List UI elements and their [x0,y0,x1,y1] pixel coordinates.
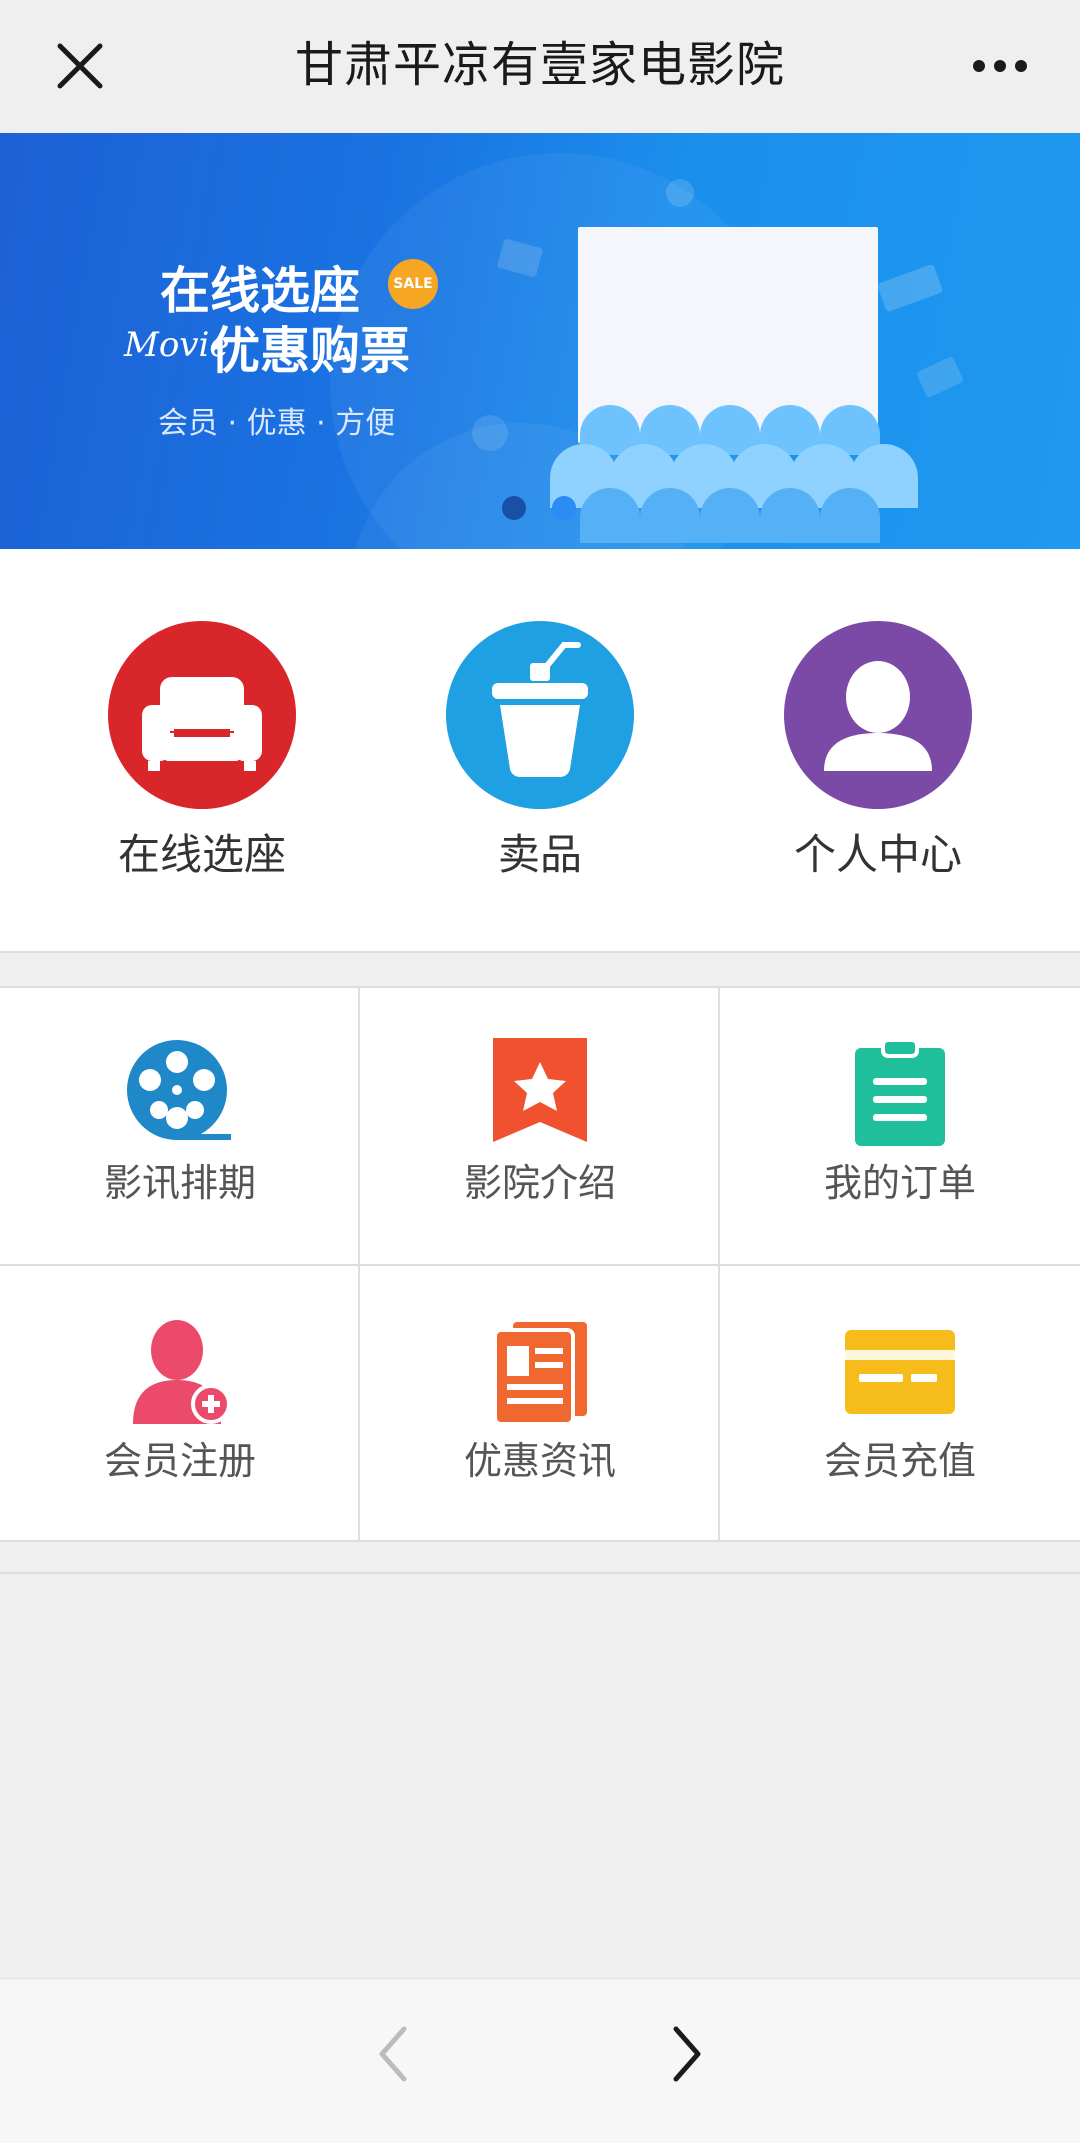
chevron-left-icon [379,2026,407,2082]
user-icon [784,621,972,809]
clipboard-icon [855,1038,945,1146]
more-dots-icon [973,60,1027,72]
more-button[interactable] [972,52,1028,80]
ticket-icon [493,1322,587,1426]
online-seat-button[interactable]: 在线选座 [82,621,322,891]
personal-center-button[interactable]: 个人中心 [758,621,998,891]
add-user-icon [133,1320,231,1424]
forward-button[interactable] [650,2019,720,2089]
grid-item-promotions[interactable]: 优惠资讯 [360,1266,720,1542]
banner-headline-2: 优惠购票 [210,322,410,380]
cinema-seats-illustration [550,405,918,543]
grid-label-cinema-intro: 影院介绍 [463,1161,616,1205]
grid-label-member-register: 会员注册 [103,1439,256,1483]
carousel-indicator[interactable] [500,496,580,520]
chevron-right-icon [673,2026,701,2082]
concession-button[interactable]: 卖品 [420,621,660,891]
film-reel-icon [127,1040,231,1140]
grid-label-promotions: 优惠资讯 [463,1439,616,1483]
bottom-navigation [0,1978,1080,2143]
grid-label-member-recharge: 会员充值 [823,1439,976,1483]
grid-label-schedule: 影讯排期 [103,1161,256,1205]
grid-item-cinema-intro[interactable]: 影院介绍 [360,988,720,1264]
banner-subtitle: 会员 · 优惠 · 方便 [158,406,396,441]
grid-item-member-register[interactable]: 会员注册 [0,1266,360,1542]
drink-cup-icon [446,621,634,809]
carousel-dot-1[interactable] [502,496,526,520]
sofa-icon [108,621,296,809]
function-grid: 影讯排期 影院介绍 我的订单 会员注册 优惠资讯 会员充值 [0,986,1080,1542]
concession-label: 卖品 [497,830,582,879]
page-title: 甘肃平凉有壹家电影院 [294,37,785,93]
personal-center-label: 个人中心 [793,830,962,879]
star-bookmark-icon [493,1038,587,1142]
grid-item-member-recharge[interactable]: 会员充值 [720,1266,1080,1542]
top-bar: 甘肃平凉有壹家电影院 [0,0,1080,133]
carousel-dot-2[interactable] [552,496,576,520]
card-icon [845,1330,955,1414]
promo-banner[interactable]: 在线选座 SALE Movie 优惠购票 会员 · 优惠 · 方便 [0,133,1080,549]
sale-badge: SALE [388,259,438,309]
back-button[interactable] [360,2019,430,2089]
online-seat-label: 在线选座 [117,830,286,879]
grid-item-my-orders[interactable]: 我的订单 [720,988,1080,1264]
main-actions-panel: 在线选座 卖品 个人中心 [0,549,1080,953]
grid-label-my-orders: 我的订单 [823,1161,976,1205]
grid-item-schedule[interactable]: 影讯排期 [0,988,360,1264]
content-divider [0,1572,1080,1574]
